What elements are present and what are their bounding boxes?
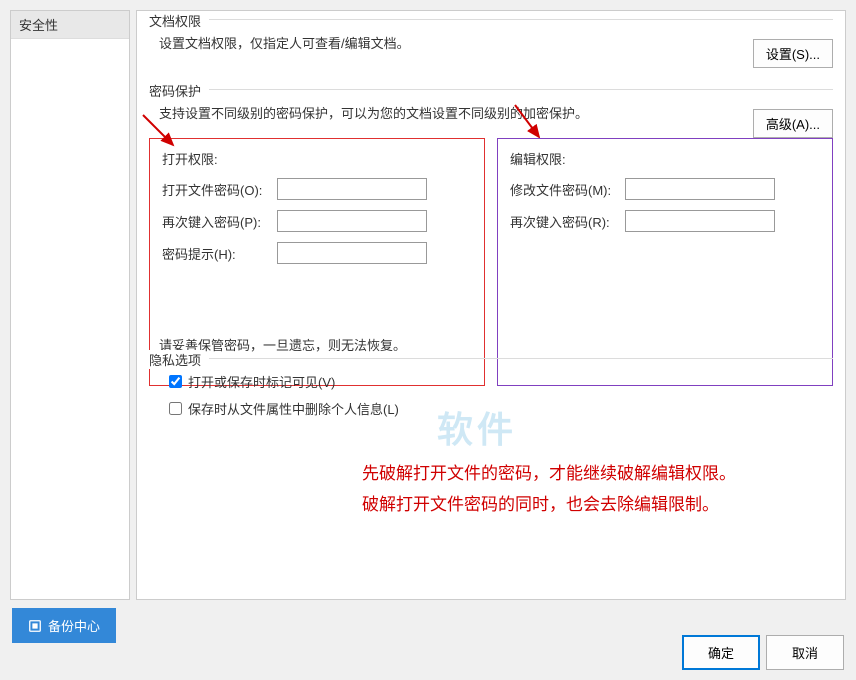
- chk-remove-personal-label: 保存时从文件属性中删除个人信息(L): [188, 399, 399, 418]
- open-pwd-confirm-input[interactable]: [277, 210, 427, 232]
- annotation-line1: 先破解打开文件的密码，才能继续破解编辑权限。: [362, 459, 736, 490]
- ok-button[interactable]: 确定: [682, 635, 760, 670]
- annotation-text: 先破解打开文件的密码，才能继续破解编辑权限。 破解打开文件密码的同时，也会去除编…: [362, 459, 736, 520]
- open-pwd-label: 打开文件密码(O):: [162, 180, 277, 199]
- open-perm-title: 打开权限:: [162, 149, 472, 168]
- doc-perm-desc: 设置文档权限，仅指定人可查看/编辑文档。: [159, 36, 410, 51]
- edit-pwd-input[interactable]: [625, 178, 775, 200]
- cancel-button[interactable]: 取消: [766, 635, 844, 670]
- backup-center-label: 备份中心: [48, 616, 100, 635]
- sidebar: 安全性: [10, 10, 130, 600]
- group-doc-permission: 文档权限 设置文档权限，仅指定人可查看/编辑文档。 设置(S)...: [149, 19, 833, 77]
- chk-mark-visible[interactable]: [169, 375, 182, 388]
- open-pwd-hint-input[interactable]: [277, 242, 427, 264]
- chk-remove-personal[interactable]: [169, 402, 182, 415]
- doc-perm-settings-button[interactable]: 设置(S)...: [753, 39, 833, 68]
- pwd-advanced-button[interactable]: 高级(A)...: [753, 109, 833, 138]
- pwd-desc: 支持设置不同级别的密码保护，可以为您的文档设置不同级别的加密保护。: [159, 106, 588, 121]
- sidebar-item-security[interactable]: 安全性: [11, 11, 129, 39]
- annotation-line2: 破解打开文件密码的同时，也会去除编辑限制。: [362, 490, 736, 521]
- open-pwd-hint-label: 密码提示(H):: [162, 244, 277, 263]
- edit-perm-title: 编辑权限:: [510, 149, 820, 168]
- group-password-protect: 密码保护 支持设置不同级别的密码保护，可以为您的文档设置不同级别的加密保护。 高…: [149, 89, 833, 323]
- open-permission-box: 打开权限: 打开文件密码(O): 再次键入密码(P): 密码提示(H):: [149, 138, 485, 386]
- dialog-footer: 确定 取消: [682, 635, 844, 670]
- backup-icon: [28, 619, 42, 633]
- open-pwd-confirm-label: 再次键入密码(P):: [162, 212, 277, 231]
- group-privacy: 隐私选项 打开或保存时标记可见(V) 保存时从文件属性中删除个人信息(L): [149, 358, 833, 432]
- open-pwd-input[interactable]: [277, 178, 427, 200]
- backup-center-button[interactable]: 备份中心: [12, 608, 116, 643]
- edit-permission-box: 编辑权限: 修改文件密码(M): 再次键入密码(R):: [497, 138, 833, 386]
- main-panel: 文档权限 设置文档权限，仅指定人可查看/编辑文档。 设置(S)... 密码保护 …: [136, 10, 846, 600]
- edit-pwd-label: 修改文件密码(M):: [510, 180, 625, 199]
- chk-mark-visible-label: 打开或保存时标记可见(V): [188, 372, 335, 391]
- edit-pwd-confirm-input[interactable]: [625, 210, 775, 232]
- edit-pwd-confirm-label: 再次键入密码(R):: [510, 212, 625, 231]
